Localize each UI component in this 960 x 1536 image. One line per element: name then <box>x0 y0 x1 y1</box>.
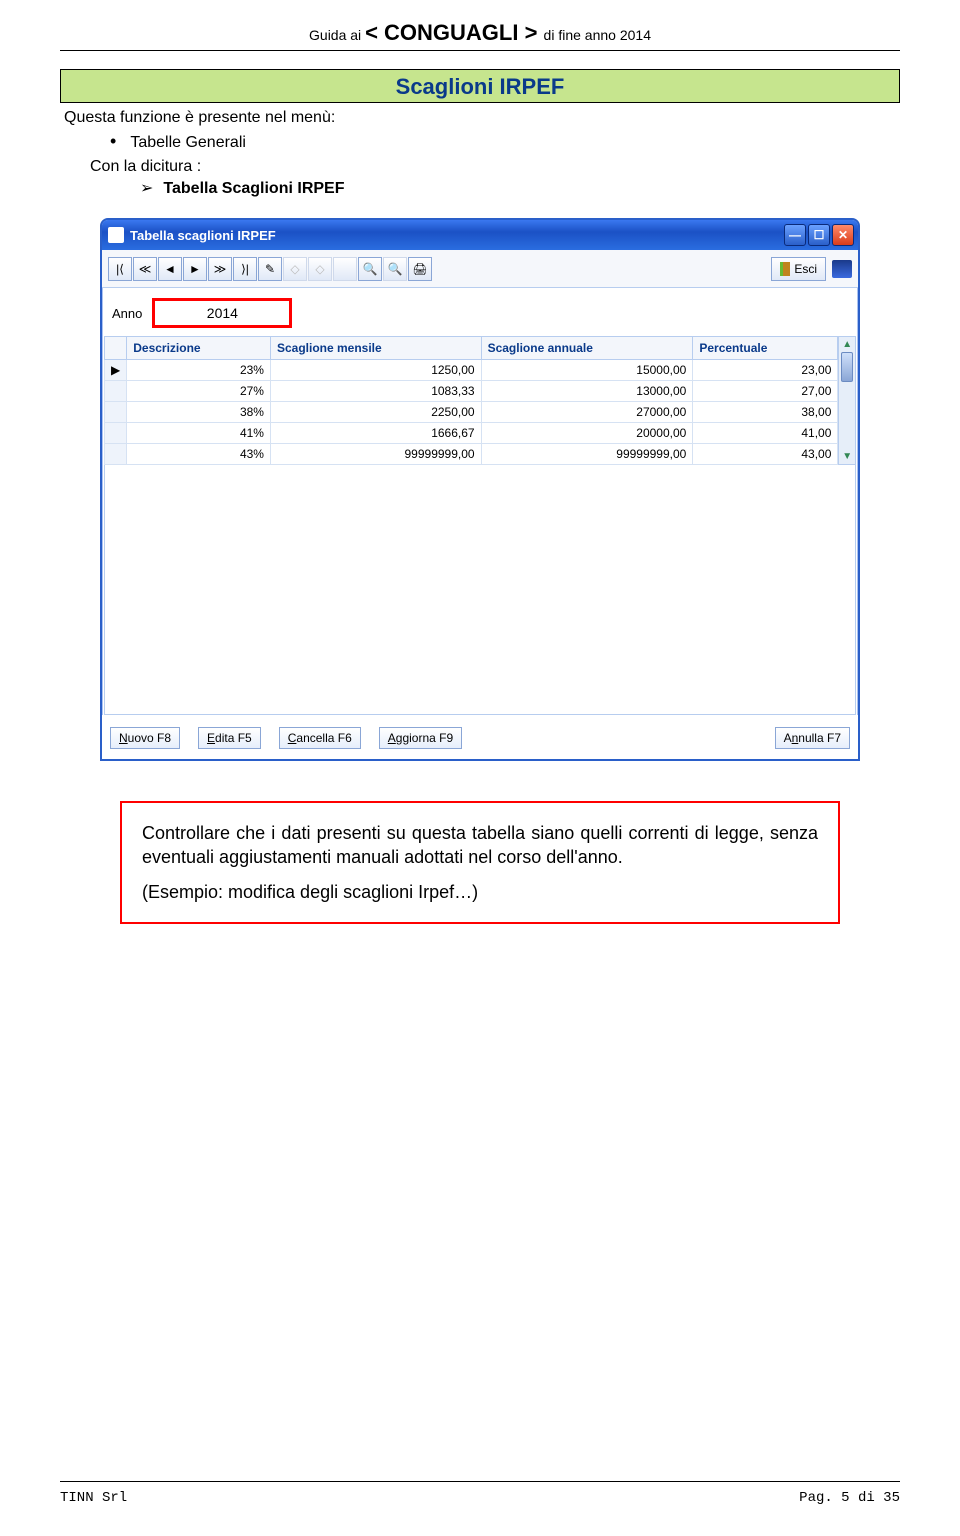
next-record-icon[interactable]: ► <box>183 257 207 281</box>
anno-label: Anno <box>112 306 142 321</box>
cell-mensile[interactable]: 2250,00 <box>270 402 481 423</box>
help-icon[interactable] <box>832 260 852 278</box>
first-record-icon[interactable]: |⟨ <box>108 257 132 281</box>
table-row: ▶ 23% 1250,00 15000,00 23,00 <box>105 360 838 381</box>
search-icon[interactable]: 🔍 <box>358 257 382 281</box>
spacer-icon-2: ◇ <box>308 257 332 281</box>
close-button[interactable]: ✕ <box>832 224 854 246</box>
next-page-icon[interactable]: ≫ <box>208 257 232 281</box>
info-callout: Controllare che i dati presenti su quest… <box>120 801 840 924</box>
anno-input[interactable]: 2014 <box>152 298 292 328</box>
cell-percentuale[interactable]: 43,00 <box>693 444 838 465</box>
cell-mensile[interactable]: 1666,67 <box>270 423 481 444</box>
print-icon[interactable]: 🖨 <box>408 257 432 281</box>
menu-arrow-item: Tabella Scaglioni IRPEF <box>140 178 900 198</box>
anno-value: 2014 <box>207 305 238 321</box>
spacer-icon: ◇ <box>283 257 307 281</box>
aggiorna-button[interactable]: Aggiorna F9 <box>379 727 462 749</box>
footer-right: Pag. 5 di 35 <box>799 1490 900 1506</box>
last-record-icon[interactable]: ⟩| <box>233 257 257 281</box>
section-title-box: Scaglioni IRPEF <box>60 69 900 103</box>
toolbar: |⟨ ≪ ◄ ► ≫ ⟩| ✎ ◇ ◇ 🔍 🔍 🖨 Esci <box>102 250 858 288</box>
search-next-icon: 🔍 <box>383 257 407 281</box>
prev-record-icon[interactable]: ◄ <box>158 257 182 281</box>
edita-button[interactable]: Edita F5 <box>198 727 261 749</box>
info-text-1: Controllare che i dati presenti su quest… <box>142 821 818 870</box>
window-title: Tabella scaglioni IRPEF <box>130 228 276 243</box>
cell-annuale[interactable]: 15000,00 <box>481 360 693 381</box>
header-main: < CONGUAGLI > <box>365 20 543 45</box>
cell-annuale[interactable]: 13000,00 <box>481 381 693 402</box>
col-percentuale[interactable]: Percentuale <box>693 337 838 360</box>
col-marker <box>105 337 127 360</box>
door-icon <box>780 262 790 276</box>
cell-annuale[interactable]: 20000,00 <box>481 423 693 444</box>
nuovo-button[interactable]: NNuovo F8uovo F8 <box>110 727 180 749</box>
table-row: 38% 2250,00 27000,00 38,00 <box>105 402 838 423</box>
cell-descrizione[interactable]: 27% <box>127 381 271 402</box>
cell-descrizione[interactable]: 23% <box>127 360 271 381</box>
minimize-button[interactable]: — <box>784 224 806 246</box>
cell-descrizione[interactable]: 43% <box>127 444 271 465</box>
scroll-thumb[interactable] <box>841 352 853 382</box>
grid-empty-area <box>104 465 856 715</box>
annulla-button[interactable]: Annulla F7 <box>775 727 850 749</box>
info-text-2: (Esempio: modifica degli scaglioni Irpef… <box>142 880 818 904</box>
prev-page-icon[interactable]: ≪ <box>133 257 157 281</box>
exit-button[interactable]: Esci <box>771 257 826 281</box>
cell-annuale[interactable]: 27000,00 <box>481 402 693 423</box>
vertical-scrollbar[interactable]: ▲ ▼ <box>838 336 856 465</box>
cell-percentuale[interactable]: 41,00 <box>693 423 838 444</box>
cell-mensile[interactable]: 1083,33 <box>270 381 481 402</box>
data-grid[interactable]: Descrizione Scaglione mensile Scaglione … <box>104 336 838 465</box>
section-title: Scaglioni IRPEF <box>396 74 565 99</box>
page-footer: TINN Srl Pag. 5 di 35 <box>60 1490 900 1506</box>
exit-label: Esci <box>794 262 817 276</box>
window-titlebar[interactable]: Tabella scaglioni IRPEF — ☐ ✕ <box>102 220 858 250</box>
cell-descrizione[interactable]: 38% <box>127 402 271 423</box>
scroll-up-icon[interactable]: ▲ <box>842 339 852 350</box>
footer-divider <box>60 1481 900 1482</box>
cancella-button[interactable]: Cancella F6 <box>279 727 361 749</box>
cell-percentuale[interactable]: 27,00 <box>693 381 838 402</box>
table-row: 27% 1083,33 13000,00 27,00 <box>105 381 838 402</box>
cell-descrizione[interactable]: 41% <box>127 423 271 444</box>
menu-bullet: Tabelle Generali <box>110 131 900 152</box>
header-pre: Guida ai <box>309 27 361 43</box>
footer-left: TINN Srl <box>60 1490 127 1506</box>
page-header: Guida ai < CONGUAGLI > di fine anno 2014 <box>60 20 900 51</box>
edit-icon[interactable]: ✎ <box>258 257 282 281</box>
table-row: 41% 1666,67 20000,00 41,00 <box>105 423 838 444</box>
col-mensile[interactable]: Scaglione mensile <box>270 337 481 360</box>
cell-percentuale[interactable]: 23,00 <box>693 360 838 381</box>
cell-mensile[interactable]: 1250,00 <box>270 360 481 381</box>
cell-mensile[interactable]: 99999999,00 <box>270 444 481 465</box>
intro-line-1: Questa funzione è presente nel menù: <box>64 109 900 127</box>
scroll-down-icon[interactable]: ▼ <box>842 451 852 462</box>
app-window: Tabella scaglioni IRPEF — ☐ ✕ |⟨ ≪ ◄ ► ≫… <box>100 218 860 761</box>
col-descrizione[interactable]: Descrizione <box>127 337 271 360</box>
maximize-button[interactable]: ☐ <box>808 224 830 246</box>
col-annuale[interactable]: Scaglione annuale <box>481 337 693 360</box>
intro-line-2: Con la dicitura : <box>90 158 900 176</box>
app-icon <box>108 227 124 243</box>
cell-annuale[interactable]: 99999999,00 <box>481 444 693 465</box>
window-footer: NNuovo F8uovo F8 Edita F5 Cancella F6 Ag… <box>102 715 858 759</box>
current-row-marker: ▶ <box>105 360 127 381</box>
spacer-icon-3 <box>333 257 357 281</box>
cell-percentuale[interactable]: 38,00 <box>693 402 838 423</box>
table-row: 43% 99999999,00 99999999,00 43,00 <box>105 444 838 465</box>
header-post: di fine anno 2014 <box>544 27 651 43</box>
